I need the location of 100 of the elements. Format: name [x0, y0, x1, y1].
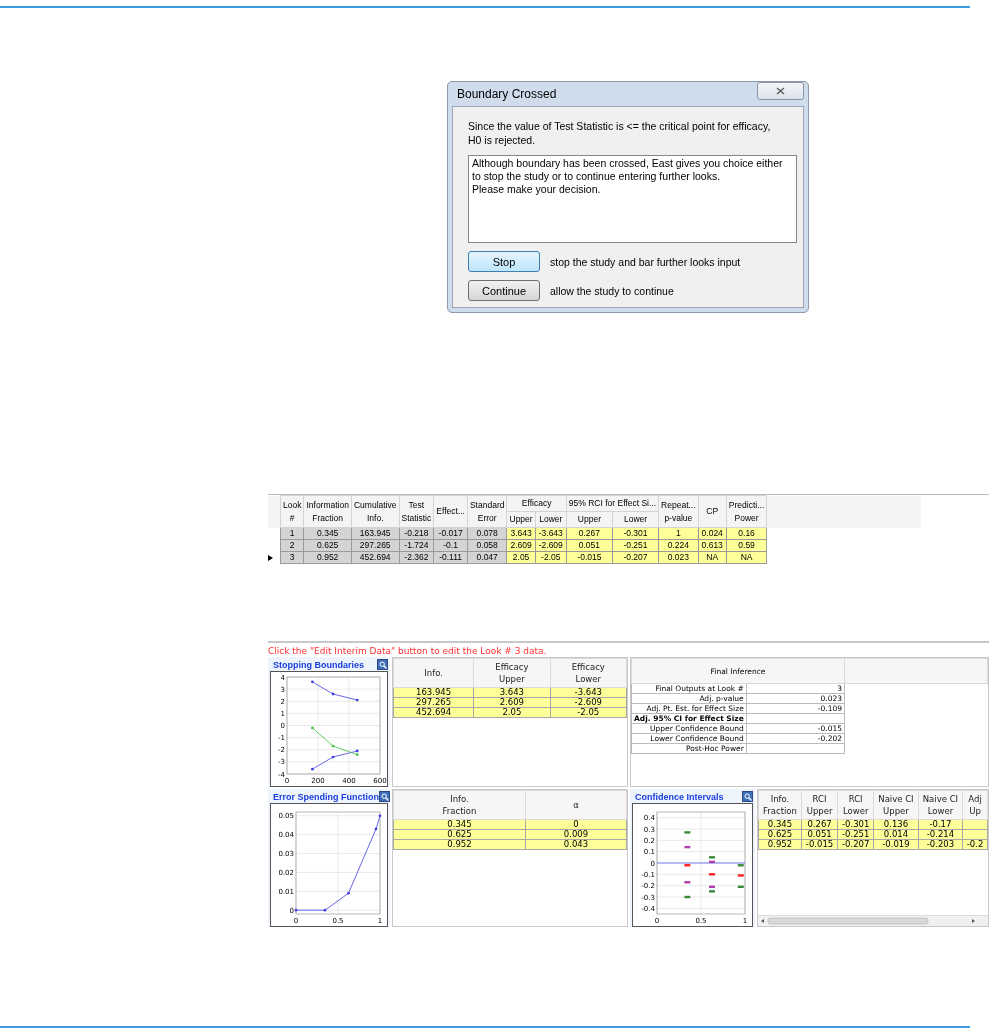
column-header: RCI Lower [837, 790, 874, 820]
data-point [323, 908, 327, 912]
data-point [737, 874, 744, 877]
search-icon [378, 660, 387, 669]
search-icon [743, 792, 752, 801]
window-title: Boundary Crossed [456, 87, 557, 101]
table-cell: -2.609 [550, 697, 627, 708]
series-line [312, 681, 358, 701]
column-header: RCI Upper [801, 790, 838, 820]
column-header: Information Fraction [303, 495, 352, 528]
data-point [684, 845, 691, 849]
table-cell: 3.643 [473, 687, 551, 698]
column-header: Efficacy Upper [473, 658, 551, 688]
column-header: Info. [393, 658, 474, 688]
table-cell [962, 829, 988, 840]
table-cell [962, 819, 988, 830]
data-point [709, 890, 715, 893]
close-button[interactable] [757, 82, 804, 100]
data-point [737, 885, 744, 888]
data-point [684, 895, 691, 899]
data-point [294, 908, 298, 912]
data-point [684, 864, 691, 867]
data-point [311, 767, 314, 771]
data-point [331, 755, 335, 759]
data-point [684, 881, 691, 884]
table-cell: -0.203 [918, 839, 963, 850]
dialog-button[interactable]: Stop [468, 251, 540, 272]
chart-title: Error Spending Function [272, 791, 379, 802]
data-point [684, 831, 691, 834]
column-header: α [525, 790, 627, 820]
table-cell: 0.952 [758, 839, 802, 850]
column-header: Efficacy Lower [550, 658, 627, 688]
column-header: Naive CI Upper [873, 790, 919, 820]
horizontal-scrollbar[interactable] [758, 915, 988, 926]
table-cell: -0.251 [837, 829, 874, 840]
table-cell: 0.051 [801, 829, 838, 840]
data-point [374, 827, 378, 831]
table-cell: -0.207 [837, 839, 874, 850]
close-icon [776, 87, 785, 95]
data-point [709, 873, 715, 876]
search-icon [380, 792, 389, 801]
table-cell: 0.625 [758, 829, 802, 840]
table-cell: -0.015 [801, 839, 838, 850]
table-cell: -0.301 [837, 819, 874, 830]
instruction-text: Click the "Edit Interim Data" button to edit the Look # 3 data. [268, 646, 547, 656]
table-cell: 2.609 [473, 697, 551, 708]
button-description: stop the study and bar further looks input [550, 255, 741, 268]
chart-title: Confidence Intervals [634, 791, 724, 802]
table-cell: 0.009 [525, 829, 627, 840]
column-header: Info. Fraction [393, 790, 526, 820]
column-header: Adj Up [962, 790, 988, 820]
table-cell: 2.05 [473, 707, 551, 718]
data-point [378, 814, 382, 818]
data-point [331, 744, 335, 748]
table-cell: -3.643 [550, 687, 627, 698]
column-header: Info. Fraction [758, 790, 802, 820]
column-header: Test Statistic [399, 495, 434, 528]
table-cell: 297.265 [393, 697, 474, 708]
column-group-header: 95% RCI for Effect Si... [566, 495, 659, 512]
table-cell: 0.345 [758, 819, 802, 830]
zoom-button[interactable] [379, 791, 390, 802]
data-point [311, 680, 314, 684]
table-cell: -0.019 [873, 839, 919, 850]
series-line [312, 750, 358, 770]
data-point [347, 891, 350, 895]
series-line [312, 727, 358, 755]
data-point [355, 698, 359, 702]
table-cell: 0.952 [393, 839, 526, 850]
column-header: Effect... [433, 495, 468, 528]
table-cell: 0.267 [801, 819, 838, 830]
chart-title: Stopping Boundaries [272, 659, 364, 670]
table-cell: 0.345 [393, 819, 526, 830]
table-cell: 0.043 [525, 839, 627, 850]
data-point [709, 885, 715, 888]
info-text-box[interactable]: Although boundary has been crossed, East gives you choice either to stop the study or to continue entering further looks. Please make your decision. [468, 155, 797, 243]
data-point [311, 726, 314, 730]
table-cell: 0.014 [873, 829, 919, 840]
column-header: Look # [280, 495, 304, 528]
table-cell: -2.05 [550, 707, 627, 718]
column-header: Standard Error [467, 495, 507, 528]
data-point [331, 692, 335, 696]
column-header: Cumulative Info. [351, 495, 399, 528]
button-description: allow the study to continue [550, 284, 674, 297]
message-text: Since the value of Test Statistic is <= the critical point for efficacy, H0 is rejected. [468, 119, 772, 147]
zoom-button[interactable] [742, 791, 753, 802]
data-point [737, 864, 744, 867]
column-header: CP [698, 495, 727, 528]
column-header: Repeat... p-value [658, 495, 699, 528]
table-cell: -0.2 [962, 839, 988, 850]
table-cell: -0.17 [918, 819, 963, 830]
table-cell: 0.625 [393, 829, 526, 840]
table-cell: 0 [525, 819, 627, 830]
zoom-button[interactable] [377, 659, 388, 670]
table-cell: 163.945 [393, 687, 474, 698]
column-header: Naive CI Lower [918, 790, 963, 820]
column-group-header: Efficacy [506, 495, 567, 512]
table-cell: 452.694 [393, 707, 474, 718]
dialog-button[interactable]: Continue [468, 280, 540, 301]
column-header: Predicti... Power [726, 495, 767, 528]
table-cell: 0.136 [873, 819, 919, 830]
